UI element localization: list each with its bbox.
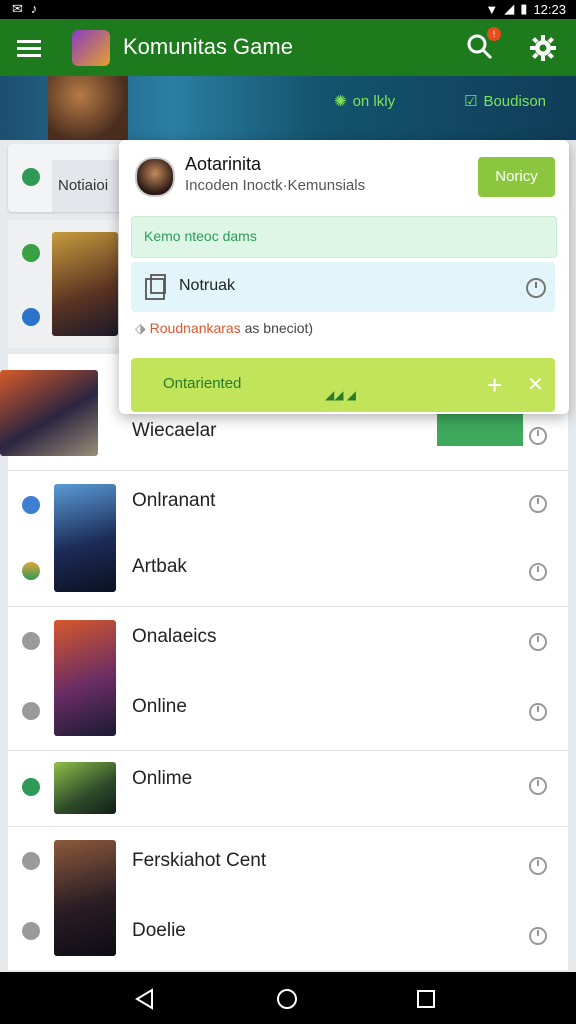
popup-green-field[interactable]: Kemo nteoc dams xyxy=(131,216,557,258)
banner-chip-label: on lkly xyxy=(352,92,396,110)
profile-popup: Aotarinita Incoden Inoctk·Kemunsials Nor… xyxy=(119,140,569,414)
battery-icon: ▮ xyxy=(520,1,528,16)
clock-icon[interactable] xyxy=(525,277,547,299)
hero-banner: ✺ on lkly ☑ Boudison xyxy=(0,76,576,140)
game-thumbnail xyxy=(54,620,116,736)
list-item-label: Doelie xyxy=(132,920,186,941)
popup-user-name: Aotarinita xyxy=(185,154,262,174)
list-item-label: Onlranant xyxy=(132,490,216,511)
document-icon xyxy=(145,274,166,300)
wifi-icon: ▼ xyxy=(485,1,499,17)
community-icon xyxy=(22,852,40,870)
list-item[interactable]: Ferskiahot Cent Doelie xyxy=(8,826,568,970)
signal-icon: ◢◢ ◢ xyxy=(325,388,357,402)
hero-artwork xyxy=(48,76,128,140)
notify-button[interactable]: Noricy xyxy=(478,157,555,197)
banner-chip-session[interactable]: ☑ Boudison xyxy=(464,92,547,111)
system-nav-bar xyxy=(0,972,576,1024)
clock-icon xyxy=(529,563,547,581)
game-thumbnail xyxy=(52,232,118,336)
clock-icon xyxy=(529,633,547,651)
banner-chip-activity[interactable]: ✺ on lkly xyxy=(334,92,396,111)
popup-lime-field[interactable]: Ontariented ◢◢ ◢ + ✕ xyxy=(131,358,555,412)
app-title: Komunitas Game xyxy=(123,34,293,59)
app-bar: Komunitas Game ! xyxy=(0,19,576,76)
chat-icon xyxy=(22,496,40,514)
list-item-label: Onalaeics xyxy=(132,626,217,647)
clock-icon xyxy=(529,495,547,513)
close-icon[interactable]: ✕ xyxy=(527,372,544,397)
add-icon[interactable]: + xyxy=(487,370,502,401)
list-item-label: Ferskiahot Cent xyxy=(132,850,267,871)
game-thumbnail xyxy=(54,484,116,592)
notification-badge: ! xyxy=(487,27,501,41)
tiktok-icon: ♪ xyxy=(30,1,38,16)
popup-info-rest: as bneciot) xyxy=(240,320,314,336)
list-item-label: Artbak xyxy=(132,556,187,577)
clock-icon xyxy=(529,427,547,445)
chat-icon xyxy=(22,922,40,940)
community-icon xyxy=(22,778,40,796)
clock-icon xyxy=(529,857,547,875)
action-button[interactable] xyxy=(437,414,523,446)
list-item-label: Online xyxy=(132,696,187,717)
gear-icon: ✺ xyxy=(334,93,347,110)
chat-icon xyxy=(22,308,40,326)
status-bar: ✉ ♪ ▼ ◢ ▮ 12:23 xyxy=(0,0,576,19)
community-icon xyxy=(22,244,40,262)
list-item-label: Onlime xyxy=(132,768,193,789)
clock-time: 12:23 xyxy=(533,1,566,17)
back-icon[interactable] xyxy=(134,988,154,1010)
list-item[interactable]: Onalaeics Online xyxy=(8,606,568,751)
menu-icon[interactable] xyxy=(16,35,42,61)
popup-green-field-label: Kemo nteoc dams xyxy=(144,228,257,244)
popup-info-line: ⬗ Roudnankaras as bneciot) xyxy=(135,320,313,337)
list-item[interactable]: Onlranant Artbak xyxy=(8,470,568,607)
clock-icon xyxy=(529,703,547,721)
home-icon[interactable] xyxy=(276,988,298,1010)
gear-icon[interactable] xyxy=(528,33,558,63)
card-label: Notiaioi xyxy=(58,177,109,194)
recents-icon[interactable] xyxy=(416,989,436,1009)
popup-blue-field-label: Notruak xyxy=(179,277,236,294)
chat-icon xyxy=(22,702,40,720)
clock-icon xyxy=(529,777,547,795)
list-item[interactable]: Onlime xyxy=(8,750,568,827)
popup-blue-field[interactable]: Notruak xyxy=(131,262,555,312)
list-item-label: Wiecaelar xyxy=(132,420,217,441)
banner-chip-label: Boudison xyxy=(483,92,547,110)
popup-lime-field-label: Ontariented xyxy=(163,375,242,392)
community-icon xyxy=(22,168,40,186)
community-icon xyxy=(22,632,40,650)
popup-subtitle: Incoden Inoctk·Kemunsials xyxy=(185,177,366,194)
tag-icon: ⬗ xyxy=(135,320,150,336)
avatar[interactable] xyxy=(135,157,175,197)
clock-icon xyxy=(529,927,547,945)
checkbox-icon: ☑ xyxy=(464,93,478,110)
game-thumbnail xyxy=(54,840,116,956)
community-icon xyxy=(22,562,40,580)
signal-icon: ◢ xyxy=(504,1,515,16)
notification-icon: ✉ xyxy=(12,1,23,16)
app-logo xyxy=(72,30,110,66)
popup-info-highlight: Roudnankaras xyxy=(149,320,241,336)
game-thumbnail xyxy=(0,370,98,456)
game-list: Wiecaelar Onlranant Artbak Onalaeics Onl… xyxy=(0,354,568,970)
game-thumbnail xyxy=(54,762,116,814)
